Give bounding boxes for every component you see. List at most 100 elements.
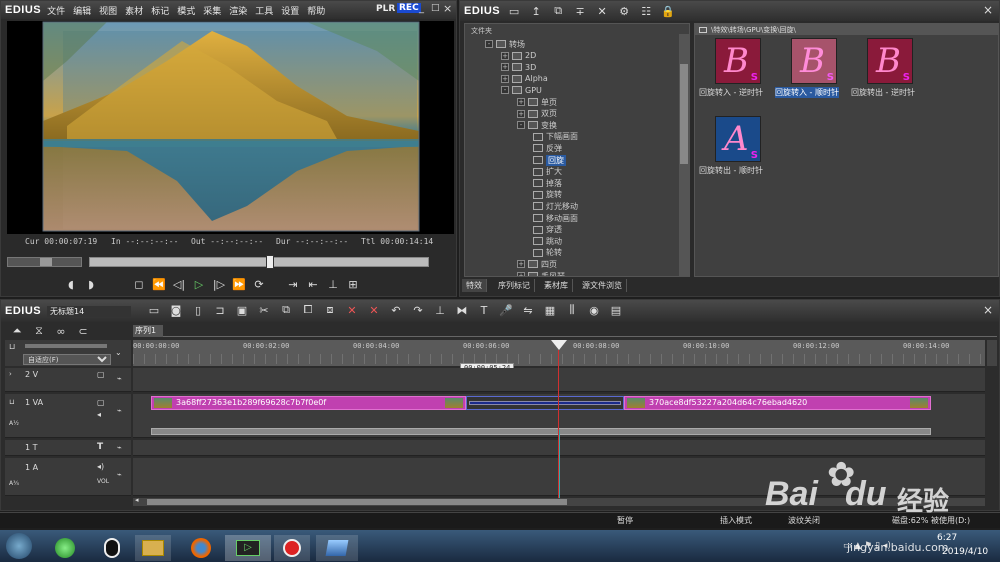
zoom-slider[interactable] [25,344,107,348]
collapse-icon[interactable]: - [501,86,509,95]
tree-item[interactable]: + 四页 [517,258,557,270]
effect-thumbnail[interactable]: AS [715,116,761,162]
out-timecode[interactable]: Out --:--:--:-- [191,237,263,246]
hscroll-thumb[interactable] [147,499,567,505]
fast-forward-icon[interactable]: ⏩ [231,277,247,291]
overwrite-icon[interactable]: ⇤ [305,277,321,291]
insert-mode-status[interactable]: 插入模式 [720,515,752,526]
scroll-left-icon[interactable]: ◂ [135,496,139,504]
tree-item[interactable]: 掉落 [533,177,562,189]
ruler-menu-icon[interactable]: ⌄ [115,348,122,357]
playhead-marker[interactable] [551,340,567,350]
tree-item[interactable]: 回旋 [533,154,566,166]
replace-icon[interactable]: ⧈ [322,303,338,317]
clip-1[interactable]: 3a68ff27363e1b289f69628c7b7f0e0f [151,396,466,410]
tree-scroll-thumb[interactable] [680,64,688,164]
explorer-icon[interactable] [135,535,171,561]
add-icon[interactable]: ∓ [572,4,588,18]
tree-item[interactable]: 反弹 [533,142,562,154]
expand-icon[interactable]: + [501,74,509,83]
new-sequence-icon[interactable]: ▭ [146,303,162,317]
copy-icon[interactable]: ⧉ [278,303,294,317]
rewind-icon[interactable]: ⏪ [151,277,167,291]
track-head-1va[interactable]: ⊔ 1 VA ▢ ◂ A½ ⌁ [5,394,131,438]
close-icon[interactable]: × [983,303,993,317]
tree-item[interactable]: 下幅画面 [533,131,578,143]
view-icon[interactable]: ☷ [638,4,654,18]
video-mute-icon[interactable]: ▢ [97,370,105,379]
effect-thumbnail[interactable]: BS [791,38,837,84]
video-monitor[interactable] [7,21,454,234]
rec-label[interactable]: REC [397,3,421,13]
copy-icon[interactable]: ⧉ [550,4,566,18]
track-sync-icon[interactable]: ⌁ [117,374,122,383]
tree-item[interactable]: 扩大 [533,166,562,178]
effect-thumbnail[interactable]: BS [867,38,913,84]
maximize-icon[interactable]: □ [431,3,440,13]
firefox-icon[interactable] [186,535,216,561]
qq-icon[interactable] [97,535,127,561]
render-icon[interactable]: ⇋ [520,303,536,317]
menu-item[interactable]: 标记 [151,4,169,17]
start-button[interactable] [6,533,32,559]
audio-channel-icon[interactable]: A½ [9,420,19,427]
tree-item[interactable]: - 转场 [485,38,525,50]
new-file-icon[interactable]: ▯ [190,303,206,317]
sequence-tab[interactable]: 序列1 [133,325,163,337]
tree-scrollbar[interactable] [679,34,689,276]
set-in-point-icon[interactable]: ◖ [63,277,79,291]
paste-icon[interactable]: ⧠ [300,303,316,317]
insert-icon[interactable]: ⇥ [285,277,301,291]
tree-item[interactable]: +2D [501,50,536,62]
link-icon[interactable]: ∞ [53,324,69,338]
set-out-point-icon[interactable]: ◗ [83,277,99,291]
position-scrubber[interactable] [89,255,429,269]
collapse-icon[interactable]: - [517,121,525,130]
microphone-icon[interactable]: 🎤 [498,303,514,317]
scrubber-handle[interactable] [266,255,275,269]
bin-tab[interactable]: 序列标记 [494,279,535,292]
audio-mute-icon[interactable]: ◂ [97,410,101,419]
ruler-scrollbar[interactable] [987,340,997,366]
tree-item[interactable]: 旋转 [533,189,562,201]
ripple-delete-icon[interactable]: ✕ [366,303,382,317]
menu-item[interactable]: 设置 [281,4,299,17]
app-icon[interactable] [316,535,358,561]
shuttle-slider[interactable] [7,257,82,267]
transition-clip[interactable] [466,396,624,410]
camera-icon[interactable]: ◙ [168,303,184,317]
sync-icon[interactable]: ⧖ [31,324,47,338]
close-icon[interactable]: × [983,3,993,17]
effect-thumbnail[interactable]: BS [715,38,761,84]
fit-mode-select[interactable]: 自适应(F) [23,354,111,365]
tree-item[interactable]: 轮转 [533,247,562,259]
track-head-2v[interactable]: › 2 V ▢ ⌁ [5,368,131,392]
expand-icon[interactable]: + [517,260,525,269]
lock-icon[interactable]: ⊔ [9,342,15,351]
tree-item[interactable]: + 双页 [517,108,557,120]
expand-icon[interactable]: + [501,63,509,72]
bin-tab[interactable]: 源文件浏览 [578,279,627,292]
effect-label[interactable]: 回旋转出 - 顺时针 [699,165,763,176]
properties-icon[interactable]: ⚙ [616,4,632,18]
tree-item[interactable]: + 单页 [517,96,557,108]
menu-item[interactable]: 渲染 [229,4,247,17]
bin-tab[interactable]: 素材库 [540,279,573,292]
open-icon[interactable]: ⊐ [212,303,228,317]
redo-icon[interactable]: ↷ [410,303,426,317]
tree-item[interactable]: + Alpha [501,73,548,85]
minimize-icon[interactable]: _ [419,3,424,14]
play-icon[interactable]: ▷ [191,277,207,291]
expand-icon[interactable]: + [501,51,509,60]
track-tool-icon[interactable]: ⏶ [9,324,25,338]
transition-icon[interactable]: ⧓ [454,303,470,317]
effect-label[interactable]: 回旋转入 - 顺时针 [775,87,839,98]
collapse-icon[interactable]: - [485,40,493,48]
group-icon[interactable]: ⊂ [75,324,91,338]
recorder-icon[interactable] [274,535,310,561]
track-sync-icon[interactable]: ⌁ [117,406,122,415]
effect-label[interactable]: 回旋转入 - 逆时针 [699,87,763,98]
step-back-icon[interactable]: ◁| [171,277,187,291]
audio-channel-icon[interactable]: A¾ [9,480,19,487]
menu-item[interactable]: 视图 [99,4,117,17]
